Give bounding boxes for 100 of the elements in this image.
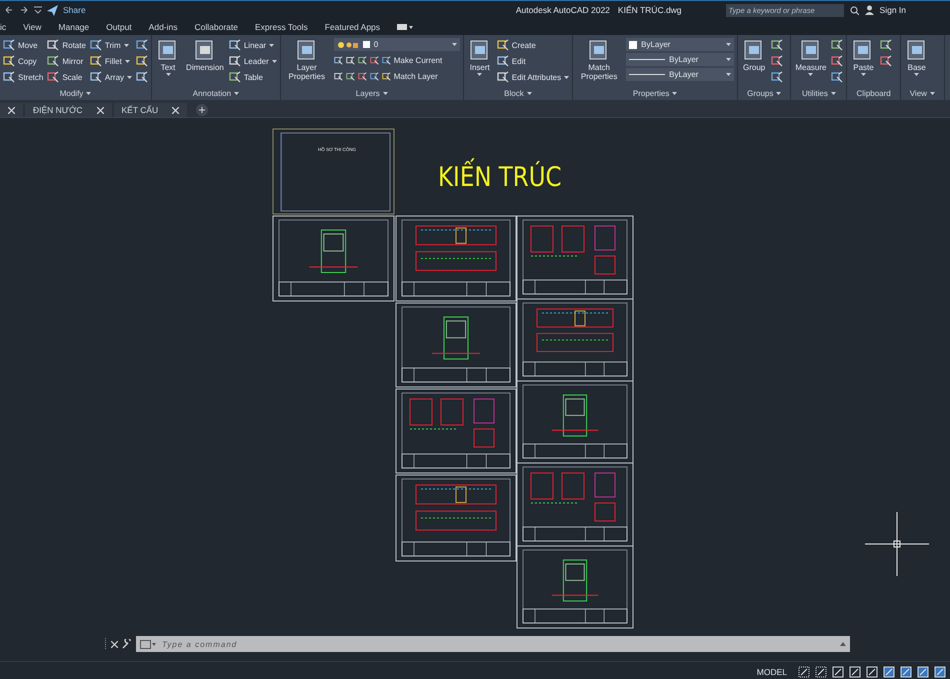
panel-title[interactable]: Block [466, 87, 570, 100]
layer-dropdown[interactable]: 0 [334, 38, 460, 51]
ribbon-tool[interactable]: Dimension [185, 38, 225, 87]
ribbon-tool[interactable]: Array [90, 70, 132, 84]
document-tab[interactable] [0, 103, 23, 117]
panel-title[interactable]: Layers [284, 87, 460, 100]
ribbon-tab[interactable]: View [23, 22, 42, 32]
ribbon-tool[interactable]: Match Properties [576, 38, 622, 87]
lineweight-icon[interactable] [883, 666, 895, 678]
prompt-icon[interactable] [140, 640, 156, 648]
panel-title[interactable]: Annotation [155, 87, 277, 100]
tool-icon [47, 39, 60, 51]
caret-icon [860, 73, 866, 76]
ribbon-tool[interactable]: Edit Attributes [496, 70, 570, 84]
panel-title[interactable]: Properties [576, 87, 734, 100]
ribbon-tool[interactable]: Mirror [47, 54, 86, 68]
share-icon[interactable] [47, 4, 58, 16]
panel-title[interactable]: Groups [741, 87, 788, 100]
close-icon[interactable] [172, 106, 180, 114]
tool-icon [228, 39, 241, 51]
ribbon-tool[interactable]: Edit [496, 54, 570, 68]
panel-title[interactable]: View [904, 87, 941, 100]
user-icon [864, 5, 874, 15]
file-name: KIẾN TRÚC.dwg [618, 5, 682, 15]
layer-state-icon [336, 40, 359, 48]
polar-icon[interactable] [849, 666, 861, 678]
annotation-icon[interactable] [917, 666, 929, 678]
ribbon-tool[interactable]: Group [741, 38, 768, 87]
search-icon[interactable] [850, 6, 859, 14]
scale-icon[interactable] [934, 666, 946, 678]
ribbon-tab[interactable]: Output [106, 22, 132, 32]
ribbon-tool[interactable]: Paste [850, 38, 876, 87]
scroll-up-icon[interactable] [840, 642, 846, 646]
ribbon-tool[interactable]: Leader [228, 54, 277, 68]
ribbon-tab[interactable]: Featured Apps [324, 22, 380, 32]
color-dropdown[interactable]: ByLayer [626, 38, 734, 51]
close-icon[interactable] [96, 106, 104, 114]
sign-in-link[interactable]: Sign In [880, 5, 906, 15]
ribbon-tool[interactable]: Move [3, 38, 44, 52]
add-tab-icon[interactable] [195, 104, 210, 116]
tool-icon [370, 72, 379, 80]
selection-icon[interactable] [900, 666, 912, 678]
ribbon-tool[interactable]: Fillet [90, 54, 132, 68]
ribbon-tab[interactable]: Express Tools [254, 22, 308, 32]
tool-icon [228, 71, 241, 83]
drawing-title: KIẾN TRÚC [438, 160, 562, 196]
tool-icon [771, 39, 784, 51]
close-icon[interactable] [111, 640, 118, 648]
ribbon-tool[interactable]: Base [904, 38, 930, 87]
panel-title[interactable]: Utilities [794, 87, 844, 100]
panel-title[interactable]: Clipboard [850, 87, 897, 100]
undo-icon[interactable] [4, 5, 14, 15]
tool-icon [831, 39, 844, 51]
redo-icon[interactable] [19, 5, 29, 15]
wrench-icon[interactable] [122, 639, 132, 649]
snap-icon[interactable] [815, 666, 827, 678]
menu-icon[interactable] [34, 6, 42, 14]
ribbon-tool[interactable]: Stretch [3, 70, 44, 84]
tool-icon [136, 55, 148, 67]
ribbon-tab[interactable]: Add-ins [148, 22, 178, 32]
ribbon-tool[interactable]: Match Layer [334, 69, 460, 83]
model-space-button[interactable]: MODEL [750, 666, 793, 678]
line-dropdown[interactable]: ByLayer [626, 53, 734, 66]
tool-icon [346, 56, 355, 64]
document-tab[interactable]: KẾT CẤU [114, 103, 188, 117]
osnap-icon[interactable] [866, 666, 878, 678]
ribbon-tool[interactable]: Measure [794, 38, 828, 87]
caret-icon [808, 73, 814, 76]
tool-icon [771, 71, 784, 83]
ribbon-tab[interactable]: Manage [58, 22, 90, 32]
document-tab[interactable]: ĐIỆN NƯỚC [25, 103, 112, 117]
panel-toggle-icon[interactable] [397, 24, 414, 30]
ribbon-tool[interactable]: Make Current [334, 53, 460, 67]
command-field[interactable]: Type a command [160, 638, 836, 650]
tool-icon [3, 71, 15, 83]
close-icon[interactable] [8, 106, 15, 114]
caret-icon [124, 44, 129, 46]
ribbon-tool[interactable]: Text [155, 38, 182, 87]
ribbon-tab[interactable]: Collaborate [194, 22, 238, 32]
ribbon-tool[interactable]: Table [228, 70, 277, 84]
tool-icon [382, 72, 391, 80]
ribbon-tool[interactable]: Rotate [47, 38, 86, 52]
line-dropdown[interactable]: ByLayer [626, 68, 734, 81]
ribbon-tool[interactable]: Copy [3, 54, 44, 68]
ribbon-tab[interactable]: ic [0, 22, 6, 32]
caret-icon [564, 76, 570, 78]
grid-icon[interactable] [798, 666, 810, 678]
ribbon-tool[interactable]: Scale [47, 70, 86, 84]
tool-icon [880, 39, 892, 51]
ribbon-tool[interactable]: Trim [90, 38, 132, 52]
ribbon-tool[interactable]: Insert [466, 38, 493, 87]
panel-title[interactable]: Modify [3, 87, 148, 100]
tool-icon [334, 72, 343, 80]
ortho-icon[interactable] [832, 666, 844, 678]
tool-icon [90, 39, 102, 51]
ribbon-tool[interactable]: Linear [228, 38, 277, 52]
ribbon-tool[interactable]: Create [496, 38, 570, 52]
ribbon-tool[interactable]: Layer Properties [284, 38, 330, 87]
share-link[interactable]: Share [63, 5, 86, 15]
app-title: Autodesk AutoCAD 2022 [516, 5, 610, 15]
